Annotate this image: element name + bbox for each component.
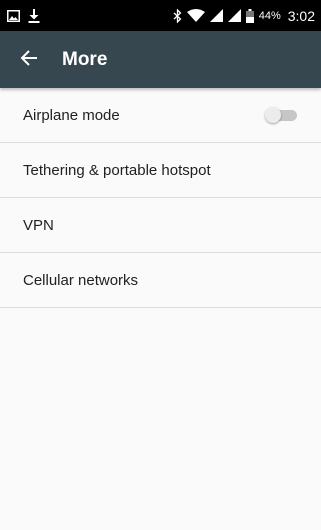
signal-icon [227, 9, 241, 22]
page-title: More [62, 49, 108, 70]
status-left-icons [7, 0, 40, 31]
cellular-networks-label: Cellular networks [23, 271, 139, 289]
battery-percentage: 44% [258, 9, 281, 22]
wifi-icon [186, 9, 205, 22]
clock: 3:02 [287, 7, 315, 24]
tethering-hotspot-label: Tethering & portable hotspot [23, 161, 211, 179]
status-right-icons: 44% 3:02 [173, 0, 315, 31]
signal-icon [209, 9, 223, 22]
tethering-hotspot-item[interactable]: Tethering & portable hotspot [0, 143, 321, 198]
status-bar: 44% 3:02 [0, 0, 321, 31]
download-icon [28, 8, 40, 23]
toggle-thumb [265, 107, 281, 123]
cellular-networks-item[interactable]: Cellular networks [0, 253, 321, 308]
airplane-mode-label: Airplane mode [23, 106, 120, 124]
vpn-label: VPN [23, 216, 54, 234]
app-toolbar: More [0, 31, 321, 88]
back-button[interactable] [14, 45, 44, 75]
battery-icon [245, 8, 254, 23]
airplane-mode-toggle[interactable] [265, 107, 299, 123]
vpn-item[interactable]: VPN [0, 198, 321, 253]
airplane-mode-item[interactable]: Airplane mode [0, 88, 321, 143]
gallery-icon [7, 9, 20, 22]
settings-list: Airplane mode Tethering & portable hotsp… [0, 88, 321, 308]
back-arrow-icon [20, 49, 38, 71]
bluetooth-icon [173, 8, 182, 23]
